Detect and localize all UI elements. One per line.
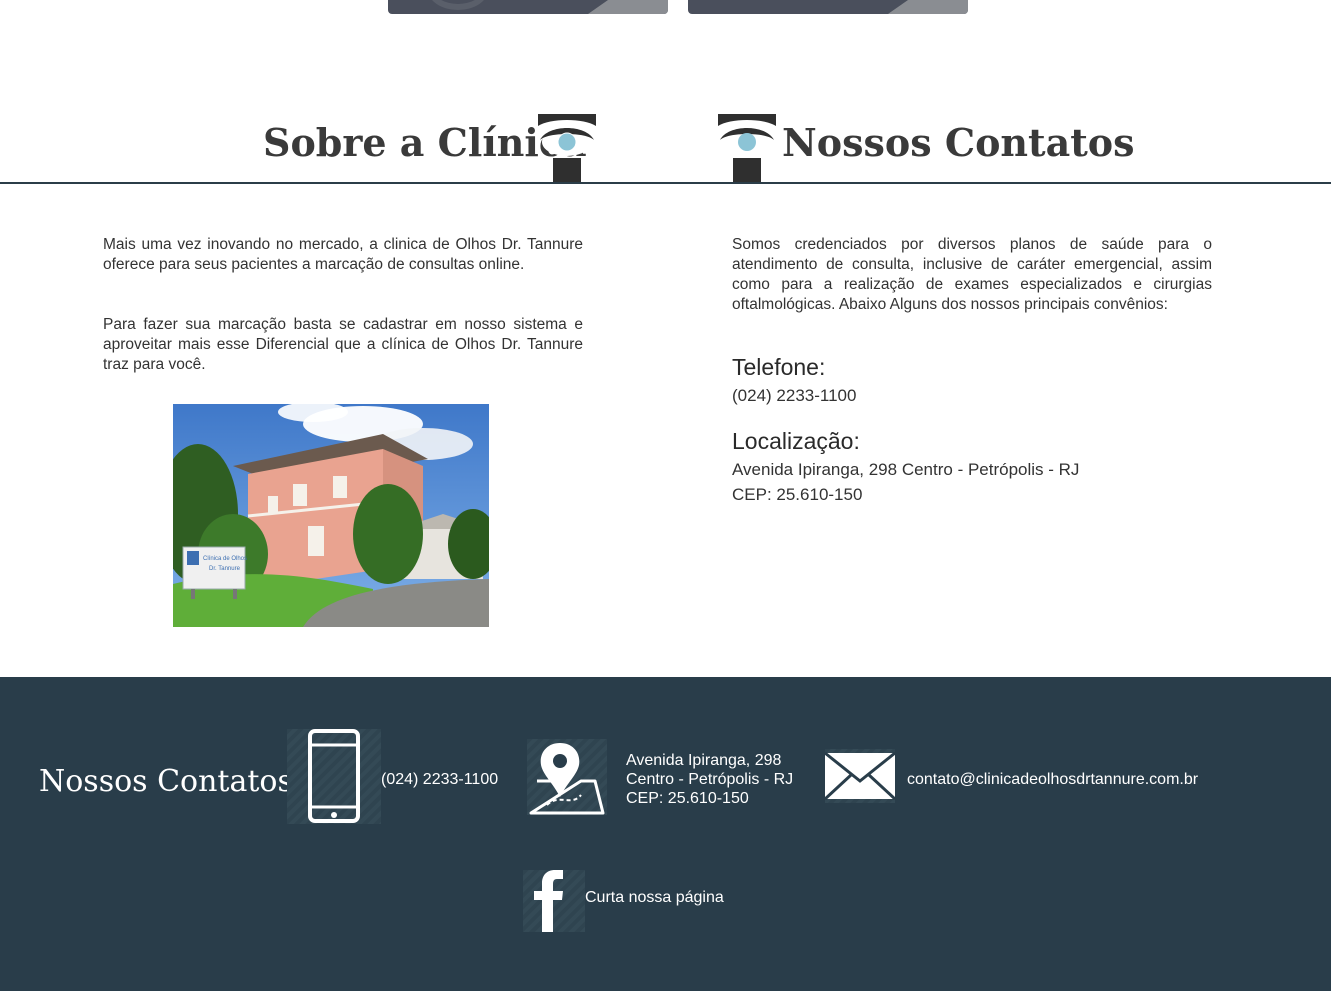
address-text: Avenida Ipiranga, 298 Centro - Petrópoli… — [732, 460, 1080, 479]
eye-logo-icon — [718, 114, 776, 184]
location-heading: Localização: — [732, 428, 860, 454]
eye-logo-icon — [538, 114, 596, 184]
top-card-partial[interactable] — [388, 0, 668, 14]
about-paragraph: Para fazer sua marcação basta se cadastr… — [103, 316, 583, 373]
clinic-photo: Clínica de Olhos Dr. Tannure — [173, 404, 489, 627]
phone-number[interactable]: (024) 2233-1100 — [732, 386, 856, 406]
envelope-icon[interactable] — [823, 749, 897, 803]
footer-title: Nossos Contatos — [39, 764, 293, 799]
footer-address-line3: CEP: 25.610-150 — [626, 790, 749, 807]
top-card-partial[interactable] — [688, 0, 968, 14]
contacts-title: Nossos Contatos — [782, 120, 1135, 165]
cep-text: CEP: 25.610-150 — [732, 485, 863, 504]
sign-text-line2: Dr. Tannure — [209, 566, 241, 572]
sign-text-line1: Clínica de Olhos — [203, 556, 247, 562]
card-decoration — [428, 0, 488, 10]
footer-email[interactable]: contato@clinicadeolhosdrtannure.com.br — [907, 770, 1198, 789]
card-stripe — [888, 0, 968, 14]
map-pin-icon[interactable] — [527, 739, 607, 815]
phone-heading: Telefone: — [732, 354, 826, 380]
footer — [0, 677, 1331, 991]
facebook-link[interactable]: Curta nossa página — [585, 888, 724, 907]
footer-phone[interactable]: (024) 2233-1100 — [381, 770, 498, 789]
footer-address-line1: Avenida Ipiranga, 298 — [626, 752, 782, 769]
facebook-icon[interactable] — [523, 870, 585, 932]
card-stripe — [588, 0, 668, 14]
footer-address-line2: Centro - Petrópolis - RJ — [626, 771, 794, 788]
phone-icon[interactable] — [287, 729, 381, 824]
contacts-paragraph: Somos credenciados por diversos planos d… — [732, 236, 1212, 313]
section-divider — [0, 182, 1331, 184]
about-paragraph: Mais uma vez inovando no mercado, a clin… — [103, 236, 583, 273]
